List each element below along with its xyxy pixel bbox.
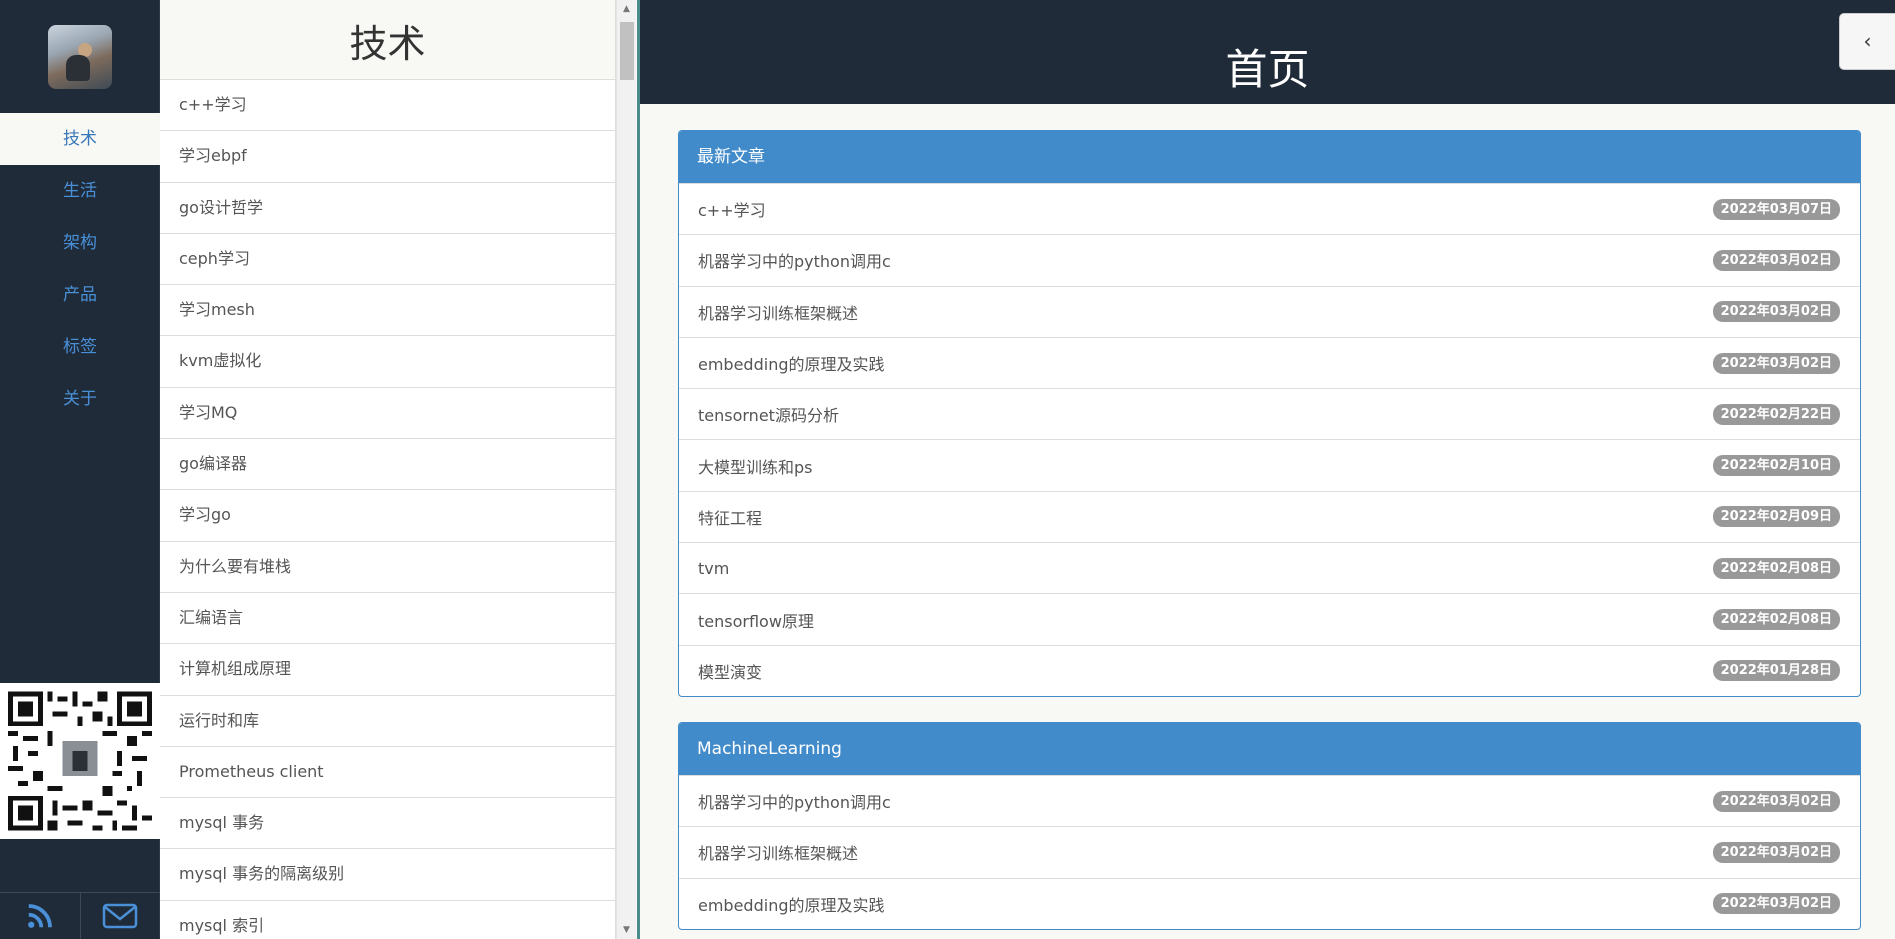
list-scrollbar[interactable]: ▲ ▼	[616, 0, 636, 939]
date-badge: 2022年02月08日	[1712, 609, 1840, 631]
panel-title: 最新文章	[679, 131, 1860, 183]
qr-code	[0, 683, 160, 839]
article-row[interactable]: tensorflow原理 2022年02月08日	[679, 593, 1860, 644]
avatar-body	[66, 55, 90, 81]
date-badge: 2022年03月02日	[1712, 301, 1840, 323]
date-badge: 2022年03月02日	[1712, 893, 1840, 915]
date-badge: 2022年03月02日	[1712, 841, 1840, 863]
machine-learning-panel: MachineLearning 机器学习中的python调用c 2022年03月0…	[678, 722, 1861, 930]
article-title[interactable]: embedding的原理及实践	[698, 351, 885, 375]
latest-articles-panel: 最新文章 c++学习 2022年03月07日 机器学习中的python调用c 202…	[678, 130, 1861, 697]
article-title[interactable]: 机器学习中的python调用c	[698, 789, 891, 813]
date-badge: 2022年03月07日	[1712, 198, 1840, 220]
avatar[interactable]	[48, 25, 112, 89]
article-row[interactable]: 机器学习中的python调用c 2022年03月02日	[679, 234, 1860, 285]
article-row[interactable]: c++学习 2022年03月07日	[679, 183, 1860, 234]
date-badge: 2022年02月08日	[1712, 557, 1840, 579]
list-item[interactable]: 学习MQ	[160, 388, 615, 440]
list-item[interactable]: kvm虚拟化	[160, 336, 615, 388]
article-row[interactable]: 模型演变 2022年01月28日	[679, 644, 1860, 696]
nav-item-life[interactable]: 生活	[0, 165, 160, 217]
article-row[interactable]: tensornet源码分析 2022年02月22日	[679, 388, 1860, 439]
date-badge: 2022年03月02日	[1712, 249, 1840, 271]
article-title[interactable]: 模型演变	[698, 659, 762, 683]
list-item[interactable]: 运行时和库	[160, 696, 615, 747]
article-title[interactable]: 机器学习训练框架概述	[698, 840, 858, 864]
page-title: 首页	[640, 0, 1895, 104]
date-badge: 2022年01月28日	[1712, 660, 1840, 682]
article-title[interactable]: tvm	[698, 559, 729, 578]
article-row[interactable]: 特征工程 2022年02月09日	[679, 490, 1860, 542]
list-item[interactable]: go设计哲学	[160, 183, 615, 234]
list-item[interactable]: 学习go	[160, 490, 615, 542]
article-title[interactable]: tensorflow原理	[698, 608, 814, 632]
article-title[interactable]: c++学习	[698, 197, 766, 221]
date-badge: 2022年02月10日	[1712, 455, 1840, 477]
nav-item-product[interactable]: 产品	[0, 269, 160, 321]
list-item[interactable]: Prometheus client	[160, 747, 615, 799]
article-title[interactable]: 特征工程	[698, 505, 762, 529]
scroll-up-icon[interactable]: ▲	[617, 0, 636, 18]
panel-title: MachineLearning	[679, 723, 1860, 775]
rss-button[interactable]	[0, 893, 81, 939]
nav-list: 技术 生活 架构 产品 标签 关于	[0, 113, 160, 425]
article-row[interactable]: 机器学习中的python调用c 2022年03月02日	[679, 775, 1860, 826]
scroll-down-icon[interactable]: ▼	[617, 921, 636, 939]
article-row[interactable]: 机器学习训练框架概述 2022年03月02日	[679, 826, 1860, 877]
article-list-panel: 技术 c++学习 学习ebpf go设计哲学 ceph学习 学习mesh kvm…	[160, 0, 616, 939]
collapse-button[interactable]: ‹	[1839, 13, 1895, 70]
sidebar-nav: 技术 生活 架构 产品 标签 关于	[0, 0, 160, 939]
date-badge: 2022年02月22日	[1712, 403, 1840, 425]
list-item[interactable]: 学习ebpf	[160, 131, 615, 183]
date-badge: 2022年02月09日	[1712, 506, 1840, 528]
date-badge: 2022年03月02日	[1712, 352, 1840, 374]
article-row[interactable]: tvm 2022年02月08日	[679, 542, 1860, 593]
list-item[interactable]: 为什么要有堆栈	[160, 542, 615, 593]
main-content: 首页 ‹ 最新文章 c++学习 2022年03月07日 机器学习中的python调…	[640, 0, 1895, 939]
list-title: 技术	[160, 0, 615, 80]
scroll-thumb[interactable]	[620, 22, 634, 80]
nav-item-tech[interactable]: 技术	[0, 113, 160, 165]
article-title[interactable]: 机器学习中的python调用c	[698, 248, 891, 272]
list-item[interactable]: 汇编语言	[160, 593, 615, 645]
article-title[interactable]: 机器学习训练框架概述	[698, 300, 858, 324]
date-badge: 2022年03月02日	[1712, 790, 1840, 812]
article-row[interactable]: embedding的原理及实践 2022年03月02日	[679, 877, 1860, 929]
list-item[interactable]: mysql 事务的隔离级别	[160, 849, 615, 901]
nav-item-tags[interactable]: 标签	[0, 321, 160, 373]
list-item[interactable]: mysql 事务	[160, 798, 615, 850]
list-item[interactable]: c++学习	[160, 80, 615, 132]
list-item[interactable]: mysql 索引	[160, 901, 615, 939]
mail-button[interactable]	[81, 893, 161, 939]
article-row[interactable]: 大模型训练和ps 2022年02月10日	[679, 439, 1860, 490]
article-title[interactable]: embedding的原理及实践	[698, 892, 885, 916]
rss-icon	[27, 904, 52, 928]
article-title[interactable]: 大模型训练和ps	[698, 454, 813, 478]
nav-item-about[interactable]: 关于	[0, 373, 160, 425]
list-item[interactable]: go编译器	[160, 439, 615, 491]
list-item[interactable]: 学习mesh	[160, 285, 615, 337]
article-row[interactable]: embedding的原理及实践 2022年03月02日	[679, 336, 1860, 388]
list-item[interactable]: ceph学习	[160, 234, 615, 286]
footer-icons	[0, 892, 160, 939]
qr-code-icon	[8, 691, 152, 831]
article-row[interactable]: 机器学习训练框架概述 2022年03月02日	[679, 285, 1860, 337]
mail-icon	[103, 903, 138, 929]
article-title[interactable]: tensornet源码分析	[698, 402, 839, 426]
nav-item-architecture[interactable]: 架构	[0, 217, 160, 269]
list-item[interactable]: 计算机组成原理	[160, 644, 615, 696]
